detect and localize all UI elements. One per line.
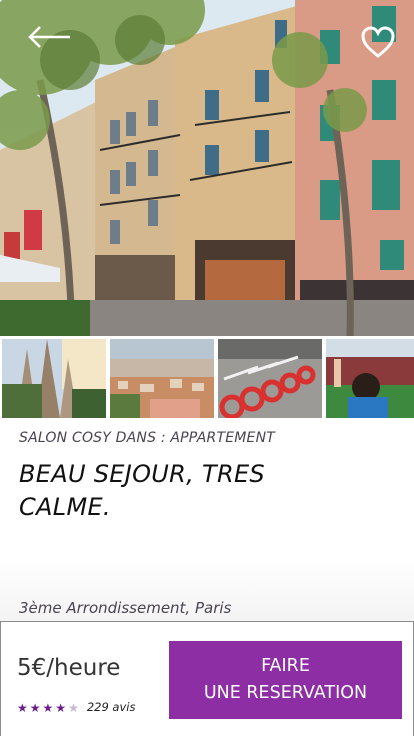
thumbnail-city-view[interactable] xyxy=(110,339,214,418)
thumbnail-bicycles[interactable] xyxy=(218,339,322,418)
favorite-button[interactable] xyxy=(360,26,396,60)
star-icon: ★ xyxy=(17,701,28,715)
listing-title: BEAU SEJOUR, TRES CALME. xyxy=(19,460,265,521)
review-count: 229 avis xyxy=(86,699,136,714)
back-arrow-icon xyxy=(28,26,70,48)
rating: ★ ★ ★ ★ ★ 229 avis xyxy=(17,697,135,716)
thumbnail-stadium[interactable] xyxy=(326,339,414,418)
booking-bar: 5€/heure ★ ★ ★ ★ ★ 229 avis FAIRE UNE RESERV… xyxy=(0,621,414,736)
hero-image xyxy=(0,0,414,336)
star-icon: ★ xyxy=(42,701,54,715)
reserve-button[interactable]: FAIRE UNE RESERVATION xyxy=(169,641,402,719)
price-label: 5€/heure xyxy=(17,655,121,681)
listing-category: SALON COSY DANS : APPARTEMENT xyxy=(19,430,276,446)
rating-stars: ★ ★ ★ ★ ★ xyxy=(17,697,81,716)
thumbnail-cathedral[interactable] xyxy=(2,339,106,418)
heart-icon xyxy=(361,26,395,58)
back-button[interactable] xyxy=(26,22,76,52)
star-icon: ★ xyxy=(68,701,79,715)
reserve-button-line1: FAIRE xyxy=(261,656,310,676)
star-icon: ★ xyxy=(55,701,67,715)
reserve-button-line2: UNE RESERVATION xyxy=(203,683,368,703)
star-icon: ★ xyxy=(29,701,41,715)
listing-location: 3ème Arrondissement, Paris xyxy=(19,599,232,617)
photo-thumbnail-strip xyxy=(0,337,414,419)
